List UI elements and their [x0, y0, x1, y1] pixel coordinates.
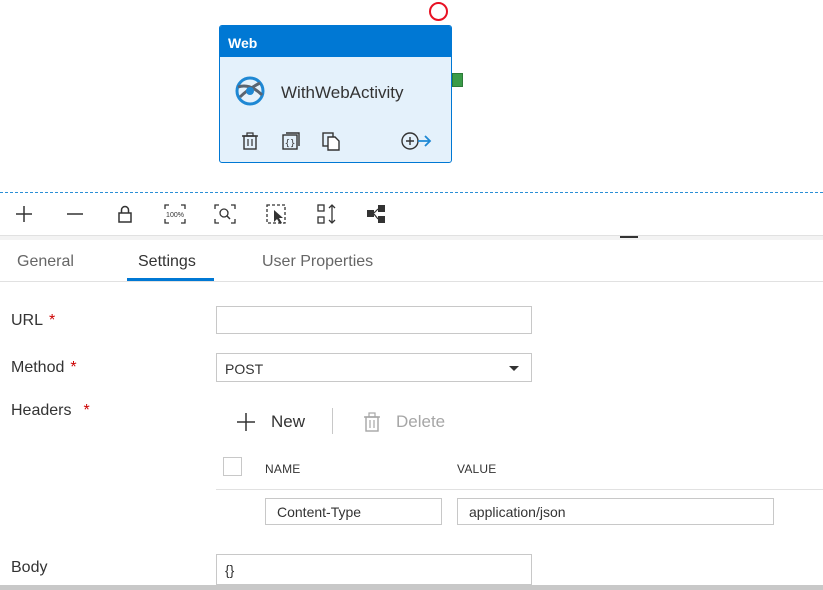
- on-success-port[interactable]: [452, 73, 463, 87]
- headers-table-header: NAME VALUE: [216, 452, 823, 490]
- tab-settings[interactable]: Settings: [138, 253, 196, 271]
- column-header-value: VALUE: [457, 462, 497, 476]
- active-tab-indicator: [127, 278, 214, 281]
- header-value-input[interactable]: [457, 498, 774, 525]
- code-icon[interactable]: {}: [281, 131, 301, 151]
- properties-tabs: General Settings User Properties: [0, 240, 823, 282]
- url-input[interactable]: [216, 306, 532, 334]
- method-value: POST: [225, 361, 264, 377]
- select-all-checkbox[interactable]: [223, 457, 242, 476]
- layout-icon: [367, 205, 385, 223]
- new-header-label: New: [271, 412, 306, 431]
- zoom-100-button[interactable]: 100%: [164, 203, 186, 225]
- headers-label: Headers *: [11, 402, 90, 419]
- svg-text:{}: {}: [285, 139, 296, 149]
- select-icon: [266, 204, 286, 224]
- lock-canvas-button[interactable]: [114, 203, 136, 225]
- required-marker: *: [49, 312, 56, 329]
- web-activity-node[interactable]: Web WithWebActivity {}: [219, 25, 452, 163]
- activity-body[interactable]: WithWebActivity {}: [220, 57, 451, 162]
- required-marker: *: [70, 359, 77, 376]
- layout-button[interactable]: [366, 203, 388, 225]
- canvas-toolbar: 100%: [0, 193, 823, 235]
- activity-name: WithWebActivity: [281, 83, 404, 102]
- web-activity-icon: [235, 76, 265, 106]
- activity-type-label: Web: [220, 26, 451, 57]
- required-marker: *: [83, 402, 90, 419]
- horizontal-scrollbar[interactable]: [0, 585, 823, 590]
- add-output-icon[interactable]: [400, 131, 432, 151]
- method-select[interactable]: POST: [216, 353, 532, 382]
- lock-icon: [118, 205, 132, 223]
- header-name-input[interactable]: [265, 498, 442, 525]
- method-label: Method *: [11, 359, 77, 376]
- minus-icon: [67, 213, 83, 215]
- zoom-out-button[interactable]: [64, 203, 86, 225]
- zoom-fit-button[interactable]: [214, 203, 236, 225]
- tab-user-properties[interactable]: User Properties: [262, 253, 373, 271]
- auto-align-button[interactable]: [316, 203, 338, 225]
- tab-general[interactable]: General: [17, 253, 74, 271]
- splitter-handle[interactable]: [620, 236, 638, 238]
- svg-text:100%: 100%: [166, 212, 184, 219]
- toolbar-separator: [332, 408, 333, 434]
- on-failure-port[interactable]: [429, 2, 448, 21]
- pipeline-canvas[interactable]: Web WithWebActivity {}: [0, 0, 823, 192]
- plus-icon: [237, 413, 255, 431]
- zoom-fit-icon: [214, 204, 236, 224]
- body-input[interactable]: [216, 554, 532, 585]
- copy-icon[interactable]: [321, 131, 341, 151]
- column-header-name: NAME: [265, 462, 301, 476]
- zoom-in-button[interactable]: [13, 203, 35, 225]
- new-header-button[interactable]: New: [235, 408, 305, 436]
- select-mode-button[interactable]: [265, 203, 287, 225]
- delete-icon[interactable]: [240, 131, 260, 151]
- delete-header-label: Delete: [396, 412, 446, 431]
- chevron-down-icon: [509, 366, 519, 371]
- url-label: URL *: [11, 312, 56, 329]
- delete-icon: [364, 412, 380, 432]
- plus-icon: [16, 206, 32, 222]
- zoom-100-icon: 100%: [164, 204, 186, 224]
- delete-header-button[interactable]: Delete: [362, 408, 445, 436]
- auto-align-icon: [317, 204, 336, 224]
- body-label: Body: [11, 559, 48, 576]
